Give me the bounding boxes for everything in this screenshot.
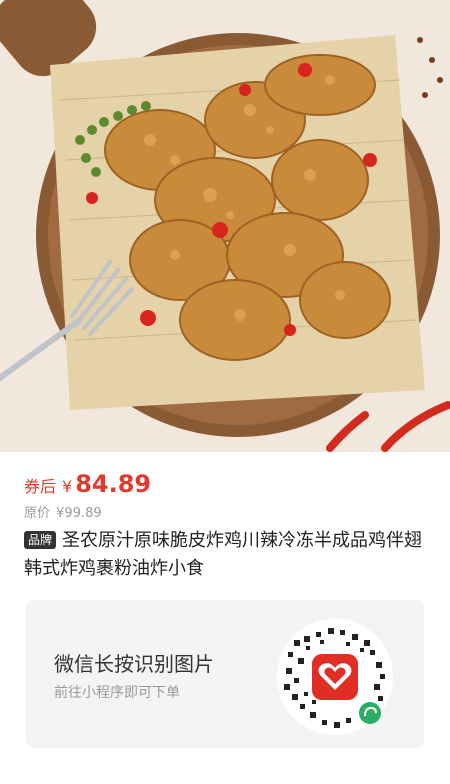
original-price: ¥99.89 (56, 506, 102, 521)
original-price-label: 原价 (24, 506, 51, 521)
product-image (0, 0, 450, 452)
mini-program-qr-code-icon[interactable] (276, 618, 394, 736)
qr-card-title: 微信长按识别图片 (54, 652, 214, 676)
coupon-label: 券后 (24, 477, 57, 496)
price-row: 券后 ¥ 84.89 (24, 470, 151, 500)
fried-chicken-illustration (0, 0, 450, 452)
qr-card-subtitle: 前往小程序即可下单 (54, 685, 180, 701)
product-title: 圣农原汁原味脆皮炸鸡川辣冷冻半成品鸡伴翅韩式炸鸡裹粉油炸小食 (24, 530, 423, 579)
coupon-price: 84.89 (75, 470, 152, 498)
qr-card[interactable]: 微信长按识别图片 前往小程序即可下单 (26, 600, 424, 748)
currency-symbol: ¥ (62, 477, 73, 496)
original-price-row: 原价 ¥99.89 (24, 502, 104, 521)
product-title-block: 品牌 圣农原汁原味脆皮炸鸡川辣冷冻半成品鸡伴翅韩式炸鸡裹粉油炸小食 (24, 527, 424, 583)
brand-badge: 品牌 (24, 531, 57, 549)
